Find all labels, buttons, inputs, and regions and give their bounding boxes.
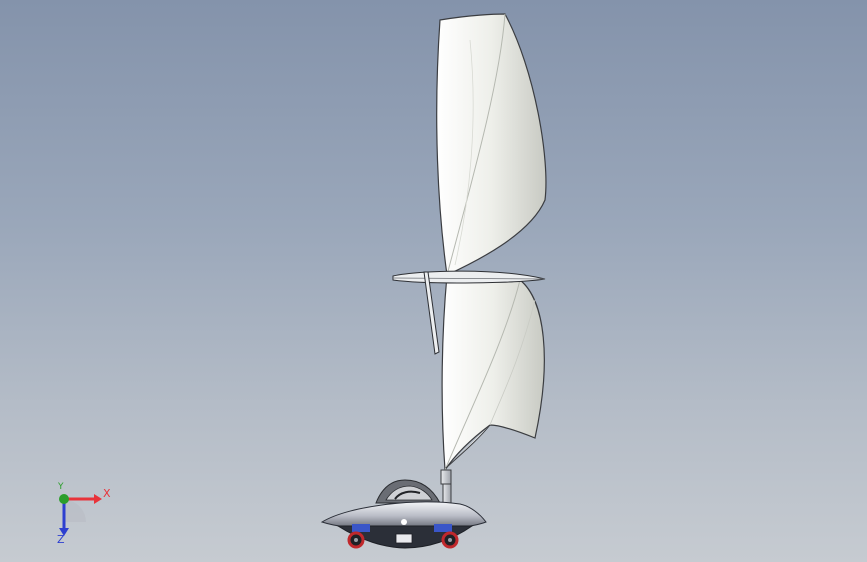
side-strut: [423, 271, 440, 355]
hull: [320, 501, 487, 549]
lower-sail-blade: [441, 274, 545, 472]
right-wheel: [441, 531, 459, 549]
coordinate-triad[interactable]: X Y Z: [48, 482, 118, 548]
upper-sail-blade: [436, 13, 547, 276]
sail-boom-ring: [392, 270, 546, 284]
left-wheel: [347, 531, 365, 549]
z-axis-label: Z: [57, 533, 65, 546]
cad-graphics-viewport[interactable]: X Y Z: [0, 0, 867, 562]
x-axis-label: X: [103, 487, 111, 500]
cockpit: [375, 479, 441, 504]
wind-turbine-boat-model[interactable]: [0, 0, 867, 562]
y-axis-label: Y: [58, 482, 64, 492]
